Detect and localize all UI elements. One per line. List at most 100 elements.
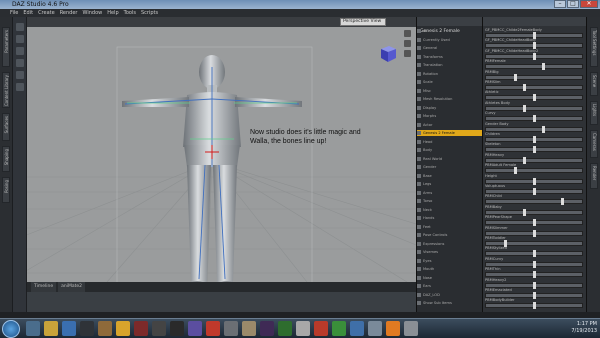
camera-select[interactable]: Perspective View xyxy=(340,18,386,26)
checkbox[interactable] xyxy=(417,233,421,237)
checkbox[interactable] xyxy=(417,97,421,101)
parameter-slider[interactable] xyxy=(485,126,583,132)
pose-tool-icon[interactable] xyxy=(16,83,24,91)
checkbox[interactable] xyxy=(417,224,421,229)
checkbox[interactable] xyxy=(417,258,421,263)
tab-timeline[interactable]: Timeline xyxy=(31,282,57,292)
checkbox[interactable] xyxy=(417,148,421,152)
property-group-item[interactable]: Base xyxy=(417,173,483,179)
property-group-item[interactable]: Mesh Resolution xyxy=(417,96,483,102)
view-cube-icon[interactable] xyxy=(378,44,398,68)
property-group-item[interactable]: Neck xyxy=(417,207,483,213)
rotate-tool-icon[interactable] xyxy=(16,47,24,55)
pan-icon[interactable] xyxy=(404,40,411,47)
checkbox[interactable] xyxy=(417,54,421,59)
tab-shaping[interactable]: Shaping xyxy=(2,146,10,172)
checkbox[interactable] xyxy=(417,250,421,254)
property-group-item[interactable]: Morphs xyxy=(417,113,483,119)
property-group-item[interactable]: Translation xyxy=(417,62,483,68)
property-group-item[interactable]: Head xyxy=(417,139,483,145)
app-icon[interactable] xyxy=(98,321,112,336)
app-icon[interactable] xyxy=(242,321,256,336)
daz-studio-icon[interactable] xyxy=(404,321,418,336)
menu-create[interactable]: Create xyxy=(38,9,55,17)
maximize-button[interactable]: □ xyxy=(567,0,579,8)
checkbox[interactable] xyxy=(417,284,421,288)
property-group-item[interactable]: Transforms xyxy=(417,54,483,60)
tab-content-library[interactable]: Content Library xyxy=(2,72,10,108)
checkbox[interactable] xyxy=(417,301,421,305)
system-tray-clock[interactable]: 1:17 PM 7/19/2013 xyxy=(571,321,597,335)
checkbox[interactable] xyxy=(417,131,421,135)
property-group-item[interactable]: Currently Used xyxy=(417,37,483,43)
checkbox[interactable] xyxy=(417,37,421,42)
checkbox[interactable] xyxy=(417,139,421,144)
menu-scripts[interactable]: Scripts xyxy=(141,9,158,17)
menu-file[interactable]: File xyxy=(10,9,18,17)
explorer-icon[interactable] xyxy=(26,321,40,336)
tab-cameras[interactable]: Cameras xyxy=(590,130,598,158)
checkbox[interactable] xyxy=(417,63,421,67)
tab-tool-settings[interactable]: Tool Settings xyxy=(590,27,598,67)
menu-window[interactable]: Window xyxy=(83,9,103,17)
folder-icon[interactable] xyxy=(44,321,58,336)
property-group-item[interactable]: Scale xyxy=(417,79,483,85)
tab-animate2[interactable]: aniMate2 xyxy=(58,282,86,292)
checkbox[interactable] xyxy=(417,267,421,271)
menu-help[interactable]: Help xyxy=(107,9,118,17)
property-group-item[interactable]: Pose Controls xyxy=(417,232,483,238)
property-group-item[interactable]: Display xyxy=(417,105,483,111)
property-group-item[interactable]: All xyxy=(417,28,483,34)
app-icon[interactable] xyxy=(170,321,184,336)
slider-handle[interactable] xyxy=(532,302,536,310)
parameter-slider[interactable] xyxy=(485,209,583,215)
checkbox[interactable] xyxy=(417,199,421,203)
property-group-item[interactable]: Arms xyxy=(417,190,483,196)
scale-tool-icon[interactable] xyxy=(16,59,24,67)
3d-viewport[interactable] xyxy=(0,27,600,298)
property-group-item[interactable]: Actor xyxy=(417,122,483,128)
property-group-item[interactable]: Hands xyxy=(417,215,483,221)
checkbox[interactable] xyxy=(417,46,421,50)
checkbox[interactable] xyxy=(417,241,421,246)
property-group-item[interactable]: Ears xyxy=(417,283,483,289)
app-icon[interactable] xyxy=(116,321,130,336)
tab-posing[interactable]: Posing xyxy=(2,177,10,203)
app-icon[interactable] xyxy=(260,321,274,336)
property-group-item[interactable]: Expressions xyxy=(417,241,483,247)
app-icon[interactable] xyxy=(350,321,364,336)
tab-parameters[interactable]: Parameters xyxy=(2,27,10,67)
app-icon[interactable] xyxy=(80,321,94,336)
parameter-slider[interactable] xyxy=(485,64,583,70)
parameter-slider[interactable] xyxy=(485,74,583,80)
app-icon[interactable] xyxy=(278,321,292,336)
property-group-item[interactable]: Feet xyxy=(417,224,483,230)
property-group-item[interactable]: Rotation xyxy=(417,71,483,77)
app-icon[interactable] xyxy=(314,321,328,336)
app-icon[interactable] xyxy=(368,321,382,336)
tab-render[interactable]: Render xyxy=(590,163,598,189)
app-icon[interactable] xyxy=(206,321,220,336)
property-group-item[interactable]: Eyes xyxy=(417,258,483,264)
zoom-icon[interactable] xyxy=(404,50,411,57)
app-icon[interactable] xyxy=(152,321,166,336)
tab-scene[interactable]: Scene xyxy=(590,72,598,96)
parameter-slider[interactable] xyxy=(485,241,583,246)
checkbox[interactable] xyxy=(417,88,421,93)
property-group-item[interactable]: DAZ_LOD xyxy=(417,292,483,298)
property-group-item[interactable]: Misc xyxy=(417,88,483,94)
menu-edit[interactable]: Edit xyxy=(23,9,33,17)
property-group-item[interactable]: General xyxy=(417,45,483,51)
checkbox[interactable] xyxy=(417,165,421,169)
menu-tools[interactable]: Tools xyxy=(124,9,136,17)
joint-editor-icon[interactable] xyxy=(16,71,24,79)
app-icon[interactable] xyxy=(224,321,238,336)
parameter-slider[interactable] xyxy=(485,85,583,90)
property-group-item[interactable]: Genesis 2 Female xyxy=(417,130,483,136)
select-tool-icon[interactable] xyxy=(16,23,24,31)
app-icon[interactable] xyxy=(296,321,310,336)
parameter-slider[interactable] xyxy=(485,157,583,163)
orbit-icon[interactable] xyxy=(404,30,411,37)
checkbox[interactable] xyxy=(417,173,421,178)
checkbox[interactable] xyxy=(417,275,421,280)
